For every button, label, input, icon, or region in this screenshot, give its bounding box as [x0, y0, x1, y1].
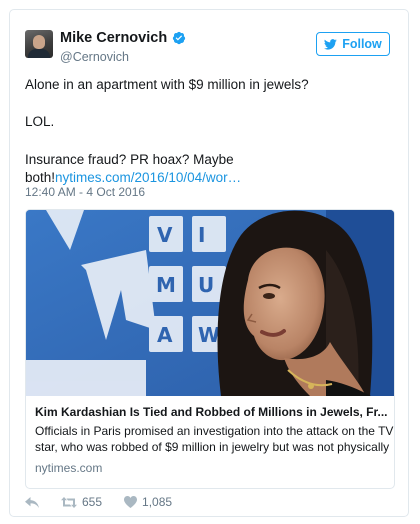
- author-display-name[interactable]: Mike Cernovich: [60, 30, 167, 46]
- tweet-timestamp[interactable]: 12:40 AM - 4 Oct 2016: [25, 185, 145, 199]
- follow-button-label: Follow: [342, 37, 382, 51]
- retweet-action[interactable]: 655: [61, 495, 102, 509]
- card-description-line: star, who was robbed of $9 million in je…: [35, 439, 390, 454]
- svg-text:W: W: [198, 323, 220, 347]
- like-count: 1,085: [142, 495, 173, 509]
- svg-text:U: U: [198, 273, 214, 297]
- svg-text:M: M: [156, 273, 176, 297]
- like-action[interactable]: 1,085: [124, 495, 172, 509]
- kardashian-mtv-photo: V I M U A W: [26, 210, 394, 396]
- tweet-line: Insurance fraud? PR hoax? Maybe: [25, 152, 234, 167]
- follow-button[interactable]: Follow: [316, 32, 390, 56]
- verified-badge-icon: [173, 31, 186, 45]
- avatar[interactable]: [25, 30, 53, 58]
- retweet-icon: [61, 496, 77, 508]
- reply-icon: [25, 496, 39, 508]
- retweet-count: 655: [82, 495, 103, 509]
- author-handle[interactable]: @Cernovich: [60, 50, 129, 64]
- tweet-line: LOL.: [25, 114, 55, 129]
- card-description: Officials in Paris promised an investiga…: [35, 424, 394, 455]
- svg-text:A: A: [157, 323, 173, 347]
- tweet-text-fragment: both!: [25, 170, 56, 185]
- tweet-line: both!nytimes.com/2016/10/04/wor…: [25, 169, 241, 186]
- author-name-row: Mike Cernovich: [60, 30, 186, 46]
- tweet-link[interactable]: nytimes.com/2016/10/04/wor…: [55, 170, 241, 185]
- tweet-line: Alone in an apartment with $9 million in…: [25, 77, 309, 92]
- svg-text:V: V: [157, 223, 173, 247]
- card-title[interactable]: Kim Kardashian Is Tied and Robbed of Mil…: [35, 405, 387, 419]
- tweet-actions: 655 1,085: [25, 495, 172, 509]
- embedded-tweet: Mike Cernovich @Cernovich Follow Alone i…: [9, 9, 409, 517]
- card-domain: nytimes.com: [35, 461, 103, 475]
- svg-text:I: I: [198, 223, 205, 247]
- card-image[interactable]: V I M U A W: [26, 210, 394, 396]
- avatar-face: [33, 35, 45, 49]
- twitter-bird-icon: [324, 38, 337, 50]
- card-description-line: Officials in Paris promised an investiga…: [35, 424, 394, 438]
- reply-action[interactable]: [25, 496, 39, 508]
- heart-icon: [124, 496, 138, 508]
- link-preview-card[interactable]: V I M U A W Kim Kardashian Is Tied and R…: [25, 209, 395, 489]
- avatar-body: [28, 49, 50, 58]
